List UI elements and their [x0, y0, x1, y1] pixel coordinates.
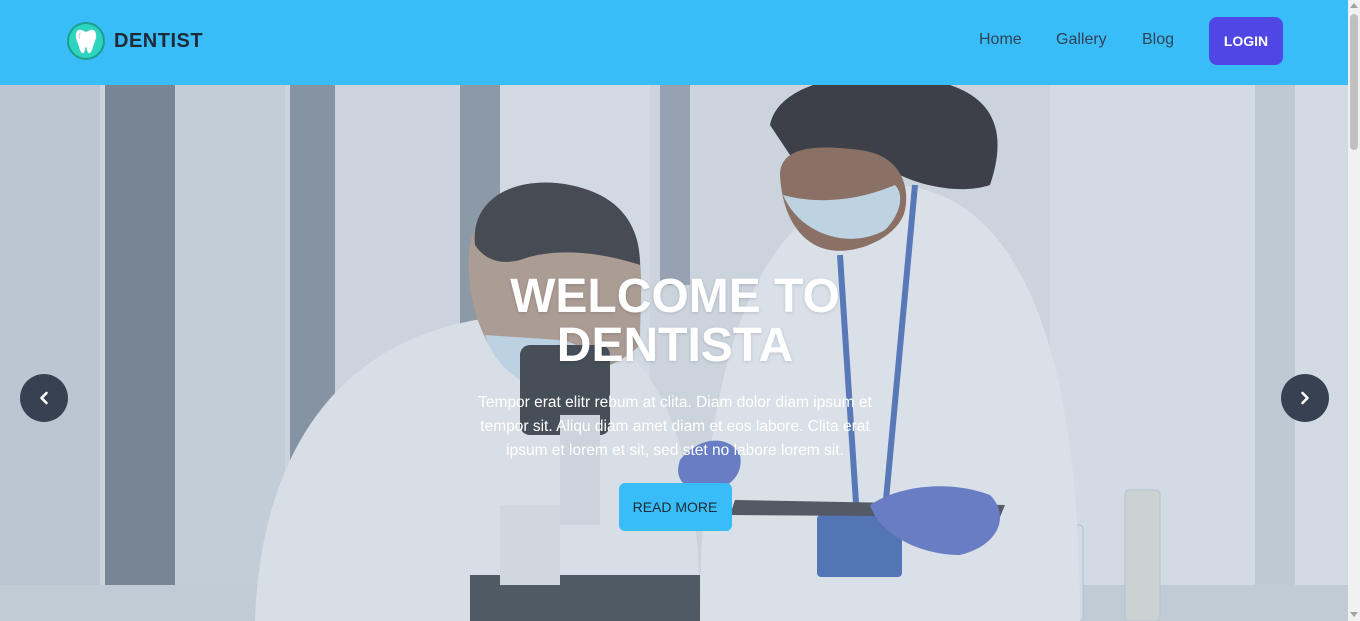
chevron-right-icon — [1301, 391, 1309, 405]
nav-link-home[interactable]: Home — [979, 31, 1022, 49]
chevron-left-icon — [40, 391, 48, 405]
nav-link-blog[interactable]: Blog — [1142, 31, 1174, 49]
tooth-icon — [67, 22, 105, 60]
brand-link[interactable]: DENTIST — [67, 21, 203, 61]
hero-title-line2: DENTISTA — [556, 319, 794, 372]
scrollbar-thumb[interactable] — [1350, 14, 1358, 150]
page: DENTIST Home Gallery Blog LOGIN WELCOME … — [0, 0, 1360, 621]
scroll-down-arrow-icon[interactable] — [1350, 612, 1358, 617]
scroll-up-arrow-icon[interactable] — [1350, 3, 1358, 8]
brand-name: DENTIST — [114, 29, 204, 52]
nav-link-gallery[interactable]: Gallery — [1056, 31, 1107, 49]
hero-carousel: WELCOME TO DENTISTA Tempor erat elitr re… — [0, 85, 1348, 621]
login-button[interactable]: LOGIN — [1209, 17, 1283, 65]
navbar: DENTIST Home Gallery Blog LOGIN — [0, 0, 1348, 85]
read-more-button[interactable]: READ MORE — [618, 483, 732, 531]
carousel-next-button[interactable] — [1281, 374, 1329, 422]
hero-title: WELCOME TO DENTISTA — [460, 272, 890, 370]
hero-title-line1: WELCOME TO — [510, 270, 840, 323]
hero-description: Tempor erat elitr rebum at clita. Diam d… — [478, 394, 872, 459]
hero-content: WELCOME TO DENTISTA Tempor erat elitr re… — [460, 272, 890, 531]
vertical-scrollbar[interactable] — [1348, 0, 1360, 621]
carousel-prev-button[interactable] — [20, 374, 68, 422]
